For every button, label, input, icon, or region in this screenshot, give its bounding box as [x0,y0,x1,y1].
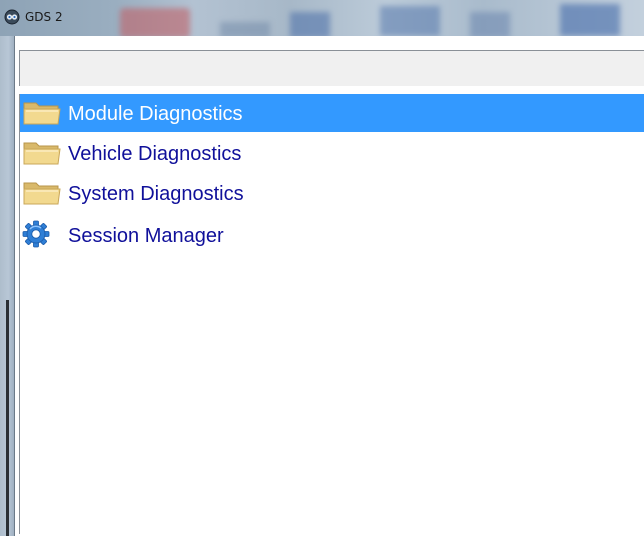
folder-icon [23,102,61,125]
window-frame-edge [6,300,9,536]
background-blur [380,6,440,36]
app-logo-icon [4,9,20,25]
folder-icon [23,182,61,205]
title-bar[interactable]: GDS 2 [0,0,644,36]
app-window: GDS 2 Module Diagnostics Vehicle Diagnos… [0,0,644,536]
background-blur [220,22,270,36]
toolbar [19,50,644,86]
tree-item-session-manager[interactable]: Session Manager [20,216,644,254]
tree-item-label: Vehicle Diagnostics [68,143,242,165]
tree-item-label: Session Manager [68,225,224,247]
tree-item-label: Module Diagnostics [68,103,243,125]
tree-item-vehicle-diagnostics[interactable]: Vehicle Diagnostics [20,134,644,172]
background-blur [120,8,190,36]
folder-icon [23,142,61,165]
tree-item-system-diagnostics[interactable]: System Diagnostics [20,174,644,212]
gear-icon [22,220,50,248]
navigation-tree: Module Diagnostics Vehicle Diagnostics S… [19,94,644,534]
tree-item-module-diagnostics[interactable]: Module Diagnostics [20,94,644,132]
background-blur [290,12,330,36]
client-area: Module Diagnostics Vehicle Diagnostics S… [14,36,644,536]
background-blur [470,12,510,36]
window-title: GDS 2 [25,10,63,24]
background-blur [560,4,620,36]
tree-item-label: System Diagnostics [68,183,244,205]
